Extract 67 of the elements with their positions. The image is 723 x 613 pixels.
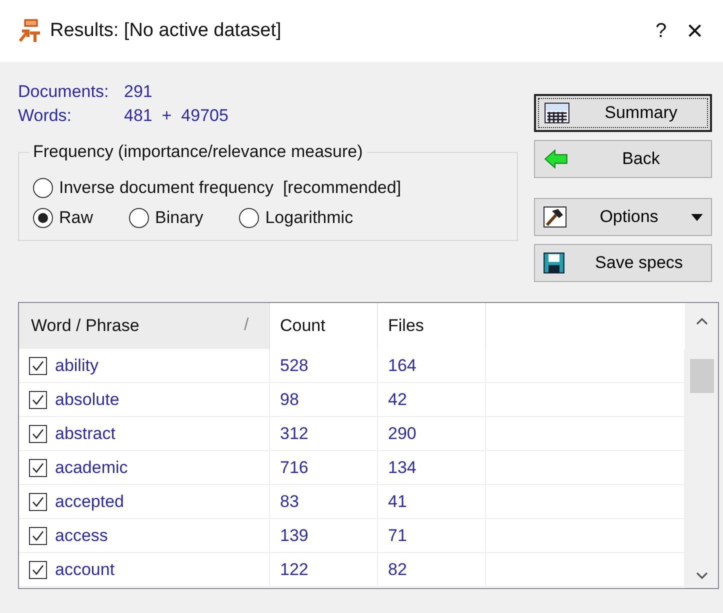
- checkbox[interactable]: [29, 526, 47, 544]
- stat-label: Documents:: [18, 82, 110, 102]
- stat-label: Words:: [18, 106, 73, 126]
- help-button[interactable]: ?: [656, 20, 667, 42]
- check-icon: [31, 494, 45, 508]
- radio-icon[interactable]: [129, 208, 150, 228]
- radio-option[interactable]: Logarithmic: [239, 208, 354, 228]
- count-cell: 528: [270, 349, 378, 382]
- files-cell: 82: [378, 553, 486, 586]
- radio-option[interactable]: Binary: [129, 208, 204, 228]
- checkbox[interactable]: [29, 356, 47, 374]
- check-icon: [31, 426, 45, 440]
- check-icon: [31, 460, 45, 474]
- sort-indicator: /: [244, 315, 249, 335]
- caret-icon: [691, 214, 703, 220]
- calculator-icon: [544, 102, 570, 124]
- close-button[interactable]: ×: [686, 15, 703, 47]
- summary-button[interactable]: Summary: [534, 94, 712, 132]
- radio-icon[interactable]: [239, 208, 260, 228]
- files-cell: 41: [378, 485, 486, 518]
- radio-icon[interactable]: [33, 208, 53, 228]
- files-cell: 290: [378, 417, 486, 450]
- app-icon: [18, 19, 42, 43]
- count-cell: 312: [270, 417, 378, 450]
- scroll-thumb[interactable]: [690, 359, 714, 393]
- check-icon: [31, 528, 45, 542]
- checkbox[interactable]: [29, 492, 47, 510]
- checkbox[interactable]: [29, 390, 47, 408]
- checkbox[interactable]: [29, 458, 47, 476]
- hammer-icon: [543, 206, 567, 228]
- column-header[interactable]: Files: [378, 303, 486, 349]
- word-cell: absolute: [55, 390, 120, 410]
- check-icon: [31, 358, 45, 372]
- checkbox[interactable]: [29, 424, 47, 442]
- options-button[interactable]: Options: [534, 198, 712, 236]
- scroll-up-icon[interactable]: [696, 317, 708, 325]
- stat-value: 481 + 49705: [124, 106, 230, 126]
- word-cell: ability: [55, 356, 98, 376]
- word-cell: access: [55, 526, 108, 546]
- count-cell: 98: [270, 383, 378, 416]
- window-title: Results: [No active dataset]: [50, 20, 282, 42]
- radio-option[interactable]: Inverse document frequency [recommended]: [33, 178, 402, 198]
- check-icon: [31, 562, 45, 576]
- back-button[interactable]: Back: [534, 140, 712, 178]
- word-cell: abstract: [55, 424, 116, 444]
- save-button[interactable]: Save specs: [534, 244, 712, 282]
- count-cell: 716: [270, 451, 378, 484]
- vertical-scrollbar[interactable]: [685, 303, 718, 588]
- scroll-down-icon[interactable]: [696, 572, 708, 580]
- count-cell: 139: [270, 519, 378, 552]
- count-cell: 83: [270, 485, 378, 518]
- stat-value: 291: [124, 82, 154, 102]
- radio-option[interactable]: Raw: [33, 208, 94, 228]
- files-cell: 134: [378, 451, 486, 484]
- group-title: Frequency (importance/relevance measure): [32, 142, 364, 162]
- check-icon: [31, 392, 45, 406]
- files-cell: 164: [378, 349, 486, 382]
- checkbox[interactable]: [29, 560, 47, 578]
- left-arrow-icon: [543, 148, 569, 170]
- column-header[interactable]: Count: [270, 303, 378, 349]
- radio-icon[interactable]: [33, 178, 53, 198]
- word-cell: accepted: [55, 492, 124, 512]
- word-cell: account: [55, 560, 115, 580]
- count-cell: 122: [270, 553, 378, 586]
- word-cell: academic: [55, 458, 128, 478]
- files-cell: 42: [378, 383, 486, 416]
- files-cell: 71: [378, 519, 486, 552]
